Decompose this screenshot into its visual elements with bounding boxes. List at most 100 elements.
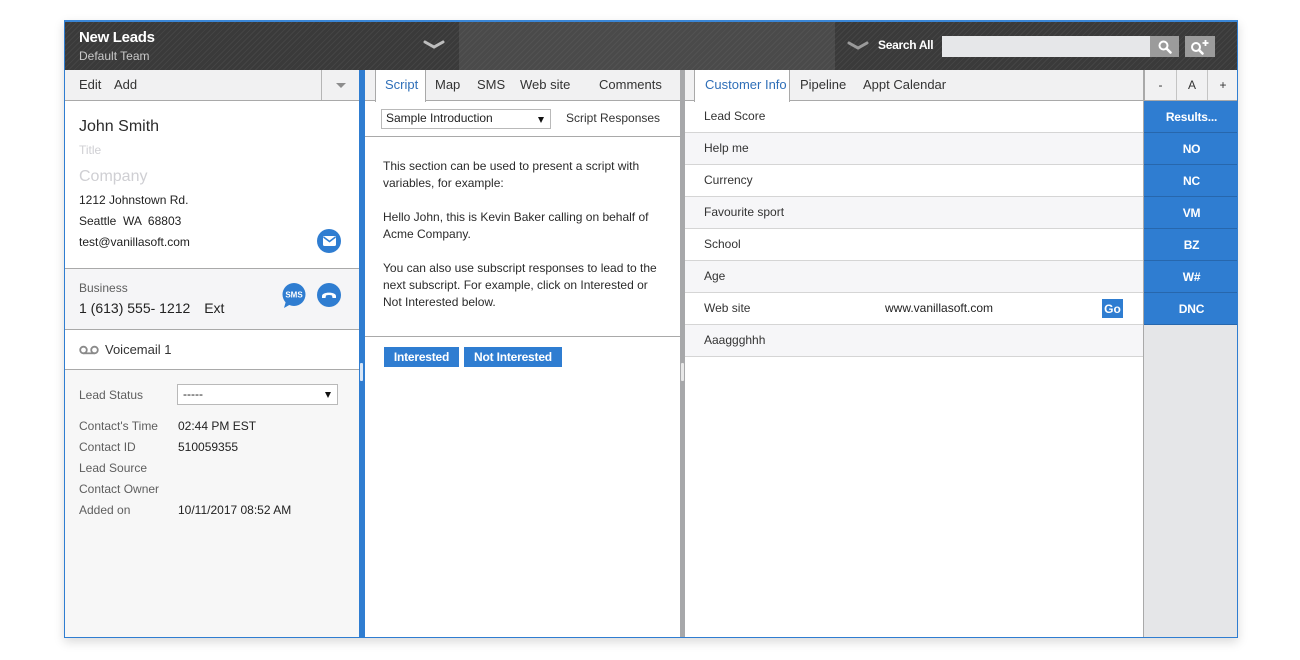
tab-script[interactable]: Script: [375, 70, 426, 102]
info-row[interactable]: Help me: [685, 133, 1143, 165]
contact-company: Company: [79, 168, 148, 185]
voicemail-label: Voicemail 1: [105, 342, 172, 357]
lead-status-value: -----: [183, 387, 203, 401]
script-paragraph: This section can be used to present a sc…: [383, 159, 640, 190]
phone-icon: [322, 292, 336, 298]
tab-appt-calendar[interactable]: Appt Calendar: [863, 70, 946, 101]
tab-sms[interactable]: SMS: [477, 70, 505, 101]
chevron-down-icon[interactable]: [423, 38, 445, 52]
result-vm-button[interactable]: VM: [1144, 197, 1237, 229]
script-paragraph: You can also use subscript responses to …: [383, 261, 657, 309]
info-row[interactable]: Aaaggghhh: [685, 325, 1143, 357]
info-label: Favourite sport: [704, 205, 785, 219]
contact-email[interactable]: test@vanillasoft.com: [79, 235, 190, 249]
edit-button[interactable]: Edit: [79, 77, 101, 92]
phone-ext-label: Ext: [204, 300, 225, 316]
sms-icon-text: SMS: [285, 291, 303, 300]
add-button[interactable]: Add: [114, 77, 137, 92]
customer-info-tabs: Customer Info Pipeline Appt Calendar: [685, 70, 1143, 102]
script-paragraph: Hello John, this is Kevin Baker calling …: [383, 210, 649, 241]
info-label: Aaaggghhh: [704, 333, 766, 347]
contact-name: John Smith: [79, 118, 160, 135]
chevron-down-icon[interactable]: [847, 40, 869, 52]
info-row[interactable]: Age: [685, 261, 1143, 293]
phone-type-label: Business: [79, 281, 128, 295]
address-line-2: Seattle WA 68803: [79, 214, 182, 228]
envelope-icon: [322, 236, 336, 246]
search-icon: [1158, 40, 1172, 54]
tab-web-site[interactable]: Web site: [520, 70, 570, 101]
font-reset-button[interactable]: A: [1176, 70, 1207, 100]
list-title: New Leads: [79, 29, 155, 46]
results-menu-button[interactable]: Results...: [1144, 101, 1237, 133]
list-selector[interactable]: New Leads Default Team: [65, 22, 459, 70]
sms-bubble-icon: SMS: [282, 283, 306, 308]
detail-label: Contact Owner: [79, 482, 160, 496]
lead-status-select[interactable]: -----: [177, 384, 338, 405]
info-label: Age: [704, 269, 726, 283]
script-tabs: Script Map SMS Web site Comments: [365, 70, 680, 102]
address-line-1: 1212 Johnstown Rd.: [79, 193, 189, 207]
font-decrease-button[interactable]: -: [1145, 70, 1176, 100]
phone-number-value: 1 (613) 555- 1212: [79, 300, 191, 316]
info-row[interactable]: Lead Score: [685, 101, 1143, 133]
detail-label: Contact's Time: [79, 419, 158, 433]
go-button[interactable]: Go: [1102, 299, 1123, 318]
search-plus-icon: [1191, 39, 1209, 55]
font-size-controls: - A +: [1144, 70, 1237, 101]
script-panel: Script Map SMS Web site Comments Sample …: [365, 70, 680, 637]
contact-menu-button[interactable]: [321, 70, 359, 100]
tab-pipeline[interactable]: Pipeline: [800, 70, 846, 101]
splitter-grip[interactable]: [360, 363, 363, 381]
script-responses-link[interactable]: Script Responses: [566, 111, 660, 125]
result-nc-button[interactable]: NC: [1144, 165, 1237, 197]
tab-customer-info[interactable]: Customer Info: [694, 70, 790, 102]
call-button[interactable]: [317, 283, 341, 307]
font-increase-button[interactable]: +: [1207, 70, 1237, 100]
voicemail-icon: [79, 345, 99, 355]
divider: [365, 336, 680, 337]
splitter-grip[interactable]: [681, 363, 684, 381]
result-wrong-number-button[interactable]: W#: [1144, 261, 1237, 293]
search-scope-label[interactable]: Search All: [878, 38, 934, 52]
email-button[interactable]: [317, 229, 341, 253]
info-row[interactable]: Web site www.vanillasoft.com Go: [685, 293, 1143, 325]
app-window: New Leads Default Team Search All Edit A…: [64, 20, 1238, 638]
interested-button[interactable]: Interested: [384, 347, 459, 367]
contact-panel: Edit Add John Smith Title Company 1212 J…: [65, 70, 359, 637]
script-text: This section can be used to present a sc…: [383, 158, 668, 328]
phone-number[interactable]: 1 (613) 555- 1212 Ext: [79, 300, 224, 316]
search-input[interactable]: [942, 36, 1150, 57]
contact-card: John Smith Title Company 1212 Johnstown …: [65, 101, 359, 269]
info-row[interactable]: Favourite sport: [685, 197, 1143, 229]
not-interested-button[interactable]: Not Interested: [464, 347, 562, 367]
contact-toolbar: Edit Add: [65, 70, 359, 101]
dropdown-arrow-icon: [325, 392, 331, 398]
tab-map[interactable]: Map: [435, 70, 460, 101]
detail-value: 510059355: [178, 440, 239, 454]
top-bar: New Leads Default Team Search All: [65, 22, 1237, 70]
advanced-search-button[interactable]: [1185, 36, 1215, 57]
contact-title: Title: [79, 143, 102, 157]
detail-value: 02:44 PM EST: [178, 419, 257, 433]
lead-status-label: Lead Status: [79, 388, 144, 402]
search-button[interactable]: [1150, 36, 1179, 57]
result-no-button[interactable]: NO: [1144, 133, 1237, 165]
tab-comments[interactable]: Comments: [599, 70, 662, 101]
website-value: www.vanillasoft.com: [885, 301, 994, 315]
detail-value: 10/11/2017 08:52 AM: [178, 503, 292, 517]
sms-button[interactable]: SMS: [281, 283, 307, 309]
voicemail-button[interactable]: Voicemail 1: [65, 330, 359, 370]
detail-label: Contact ID: [79, 440, 136, 454]
result-bz-button[interactable]: BZ: [1144, 229, 1237, 261]
info-row[interactable]: Currency: [685, 165, 1143, 197]
info-label: Lead Score: [704, 109, 766, 123]
info-row[interactable]: School: [685, 229, 1143, 261]
customer-info-panel: Customer Info Pipeline Appt Calendar Lea…: [685, 70, 1144, 637]
script-selector-bar: Sample Introduction Script Responses: [365, 101, 680, 137]
lead-details: Lead Status ----- Contact's Time 02:44 P…: [65, 371, 359, 637]
result-dnc-button[interactable]: DNC: [1144, 293, 1237, 325]
results-panel: - A + Results... NO NC VM BZ W# DNC: [1144, 70, 1237, 637]
script-select[interactable]: Sample Introduction: [381, 109, 551, 129]
info-label: Help me: [704, 141, 749, 155]
